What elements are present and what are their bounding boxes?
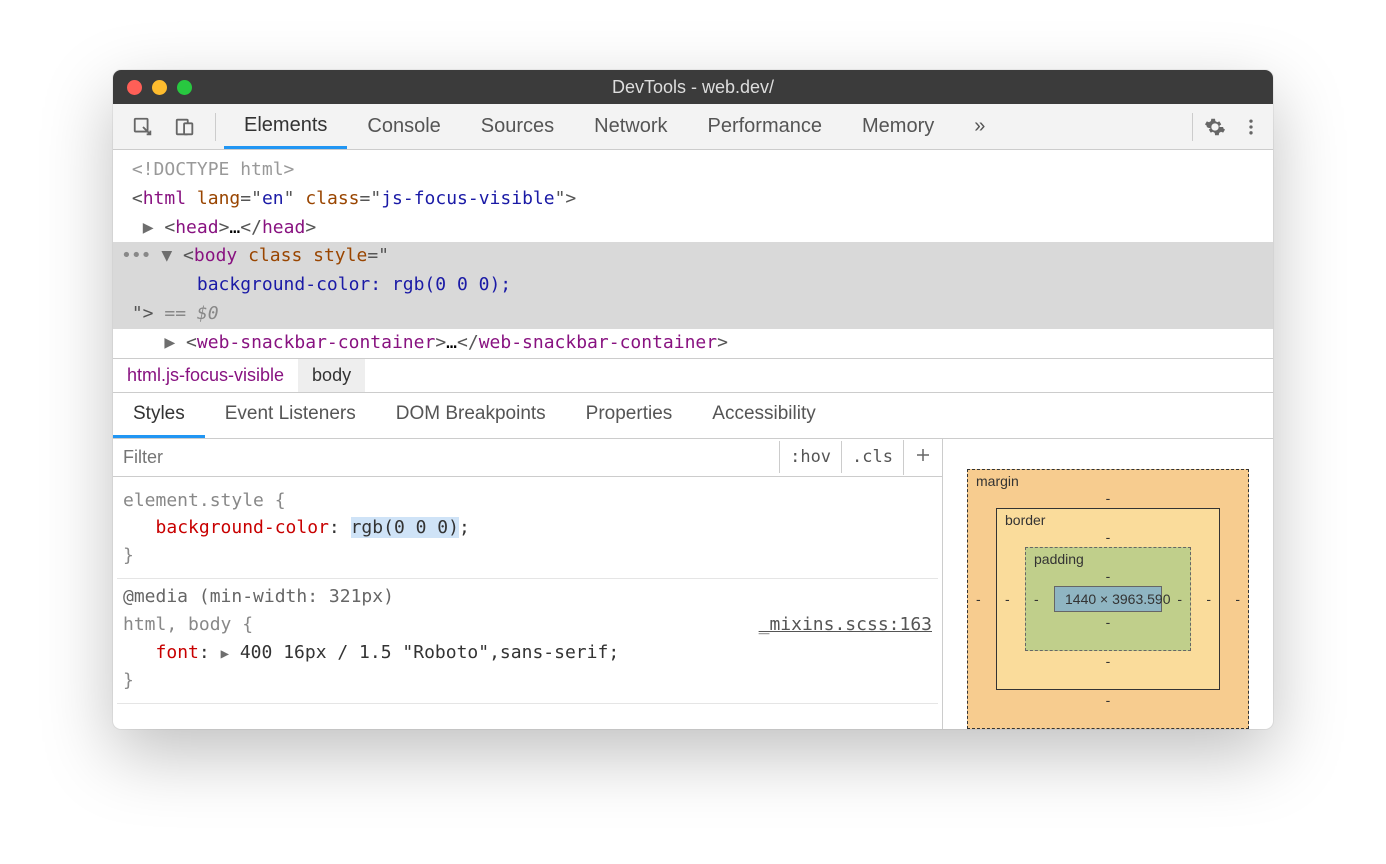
expand-triangle-icon[interactable]: ▶: [164, 329, 175, 358]
expand-triangle-icon[interactable]: ▶: [143, 214, 154, 243]
new-style-rule-button[interactable]: [903, 440, 942, 475]
subtab-event-listeners[interactable]: Event Listeners: [205, 393, 376, 438]
device-toolbar-icon[interactable]: [171, 113, 199, 141]
styles-subtabs: Styles Event Listeners DOM Breakpoints P…: [113, 393, 1273, 439]
tab-elements[interactable]: Elements: [224, 104, 347, 149]
traffic-lights: [127, 80, 192, 95]
breadcrumb: html.js-focus-visible body: [113, 358, 1273, 393]
box-model-margin[interactable]: margin - - - border - - - padding - - -: [967, 469, 1249, 729]
maximize-window-button[interactable]: [177, 80, 192, 95]
main-tabs: Elements Console Sources Network Perform…: [224, 104, 1184, 149]
box-model-content[interactable]: 1440 × 3963.590: [1054, 586, 1162, 612]
subtab-properties[interactable]: Properties: [566, 393, 693, 438]
tab-network[interactable]: Network: [574, 104, 687, 149]
close-window-button[interactable]: [127, 80, 142, 95]
devtools-window: DevTools - web.dev/ Elements Console Sou…: [113, 70, 1273, 729]
tab-memory[interactable]: Memory: [842, 104, 954, 149]
styles-filter-input[interactable]: [113, 439, 779, 476]
subtab-dom-breakpoints[interactable]: DOM Breakpoints: [376, 393, 566, 438]
tab-overflow[interactable]: »: [954, 104, 1005, 149]
doctype-node[interactable]: <!DOCTYPE html>: [132, 159, 295, 180]
body-node-selected[interactable]: ••• ▼ <body class style=" background-col…: [113, 242, 1273, 328]
expand-triangle-icon[interactable]: ▶: [221, 644, 229, 666]
kebab-menu-icon[interactable]: [1237, 113, 1265, 141]
crumb-html[interactable]: html.js-focus-visible: [113, 359, 298, 392]
box-model[interactable]: margin - - - border - - - padding - - -: [943, 439, 1273, 729]
box-model-border[interactable]: border - - - padding - - - 1440 × 3963.5…: [996, 508, 1220, 690]
tab-performance[interactable]: Performance: [688, 104, 843, 149]
style-rules[interactable]: element.style { background-color: rgb(0 …: [113, 477, 942, 710]
titlebar: DevTools - web.dev/: [113, 70, 1273, 104]
inspect-element-icon[interactable]: [129, 113, 157, 141]
subtab-accessibility[interactable]: Accessibility: [692, 393, 835, 438]
crumb-body[interactable]: body: [298, 359, 365, 392]
source-link[interactable]: _mixins.scss:163: [759, 611, 932, 639]
settings-icon[interactable]: [1201, 113, 1229, 141]
element-style-rule[interactable]: element.style { background-color: rgb(0 …: [117, 483, 938, 580]
hov-toggle[interactable]: :hov: [779, 441, 841, 473]
collapse-triangle-icon[interactable]: ▼: [161, 242, 172, 271]
toolbar-divider: [1192, 113, 1193, 141]
tab-sources[interactable]: Sources: [461, 104, 574, 149]
tab-console[interactable]: Console: [347, 104, 460, 149]
main-toolbar: Elements Console Sources Network Perform…: [113, 104, 1273, 150]
styles-pane: :hov .cls element.style { background-col…: [113, 439, 1273, 729]
minimize-window-button[interactable]: [152, 80, 167, 95]
toolbar-divider: [215, 113, 216, 141]
box-model-padding[interactable]: padding - - - 1440 × 3963.590 -: [1025, 547, 1191, 651]
subtab-styles[interactable]: Styles: [113, 393, 205, 438]
filter-row: :hov .cls: [113, 439, 942, 477]
dom-tree[interactable]: <!DOCTYPE html> <html lang="en" class="j…: [113, 150, 1273, 358]
html-node[interactable]: <html lang="en" class="js-focus-visible"…: [121, 185, 1265, 214]
snackbar-node[interactable]: ▶ <web-snackbar-container>…</web-snackba…: [121, 329, 1265, 358]
head-node[interactable]: ▶ <head>…</head>: [121, 214, 1265, 243]
cls-toggle[interactable]: .cls: [841, 441, 903, 473]
window-title: DevTools - web.dev/: [113, 77, 1273, 98]
media-rule[interactable]: @media (min-width: 321px) html, body {_m…: [117, 579, 938, 704]
